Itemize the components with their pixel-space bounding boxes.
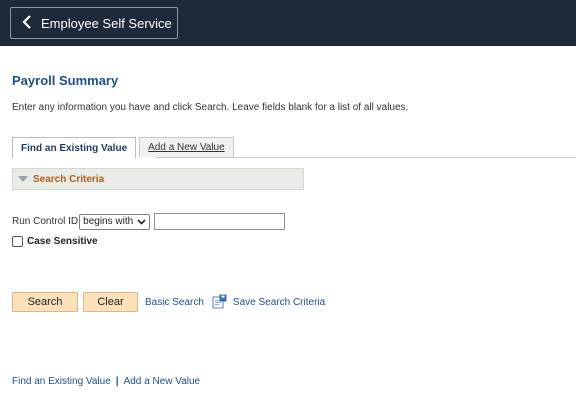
tab-add-new-value[interactable]: Add a New Value: [139, 137, 234, 157]
run-control-id-label: Run Control ID: [12, 216, 79, 227]
tab-divider: [156, 157, 576, 158]
clear-button[interactable]: Clear: [83, 292, 138, 312]
run-control-id-row: Run Control ID begins with: [12, 213, 286, 230]
case-sensitive-row: Case Sensitive: [12, 236, 98, 247]
top-banner: Employee Self Service: [0, 0, 576, 46]
search-criteria-header[interactable]: Search Criteria: [12, 168, 304, 190]
footer-find-existing-link[interactable]: Find an Existing Value: [12, 376, 111, 387]
tab-find-existing-value-label: Find an Existing Value: [21, 142, 128, 154]
case-sensitive-label: Case Sensitive: [27, 236, 98, 247]
page-instructions: Enter any information you have and click…: [12, 102, 409, 113]
run-control-id-input[interactable]: [154, 213, 286, 230]
save-search-criteria-link[interactable]: Save Search Criteria: [233, 297, 325, 308]
chevron-left-icon: [21, 14, 37, 32]
footer-links: Find an Existing Value | Add a New Value: [12, 376, 200, 387]
search-criteria-heading: Search Criteria: [33, 173, 105, 185]
back-button[interactable]: Employee Self Service: [10, 7, 178, 39]
tab-add-new-value-label: Add a New Value: [148, 142, 225, 153]
collapse-triangle-icon: [18, 176, 28, 182]
back-button-label: Employee Self Service: [41, 15, 172, 31]
footer-add-new-link[interactable]: Add a New Value: [124, 376, 201, 387]
operator-select-value: begins with: [83, 216, 134, 227]
case-sensitive-checkbox[interactable]: [12, 236, 23, 247]
basic-search-link[interactable]: Basic Search: [145, 297, 204, 308]
save-search-icon[interactable]: [211, 294, 227, 310]
tab-bar: Find an Existing Value Add a New Value: [12, 137, 234, 158]
search-button[interactable]: Search: [12, 292, 78, 312]
search-actions: Search Clear Basic Search Save Search Cr…: [12, 292, 325, 312]
footer-separator: |: [115, 376, 119, 387]
chevron-down-icon: [137, 217, 146, 227]
operator-select[interactable]: begins with: [79, 213, 151, 230]
page-title: Payroll Summary: [12, 73, 119, 88]
tab-find-existing-value[interactable]: Find an Existing Value: [12, 137, 137, 158]
